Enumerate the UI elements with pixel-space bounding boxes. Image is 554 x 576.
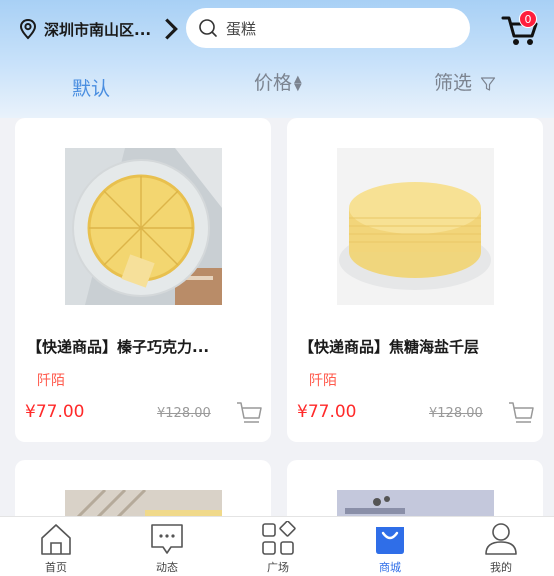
sort-filter-tab[interactable]: 筛选 [434,68,496,98]
product-image [337,148,494,305]
search-input[interactable]: 蛋糕 [186,8,470,48]
tab-feed[interactable]: 动态 [137,521,197,575]
sort-price-tab[interactable]: 价格 ▲ ▼ [254,68,302,98]
tab-plaza[interactable]: 广场 [248,521,308,575]
product-original-price: ¥128.00 [429,406,483,421]
tab-profile[interactable]: 我的 [471,521,531,575]
location-selector[interactable]: 深圳市南山区... [18,18,181,40]
tab-feed-label: 动态 [156,561,178,574]
sort-price-label: 价格 [254,72,293,94]
tab-mall[interactable]: 商城 [360,521,420,575]
product-price: ¥77.00 [25,402,85,422]
top-bar: 深圳市南山区... 蛋糕 0 [0,8,554,50]
tab-mall-label: 商城 [379,561,401,574]
tab-profile-label: 我的 [490,561,512,574]
sort-bar: 默认 价格 ▲ ▼ 筛选 [0,64,554,104]
sort-arrows-icon: ▲ ▼ [294,73,302,93]
product-shop: 阡陌 [37,373,65,389]
cart-count-badge: 0 [519,10,537,28]
filter-icon [480,76,496,91]
location-pin-icon [19,18,37,40]
product-title: 【快递商品】焦糖海盐千层 [299,338,480,356]
home-icon [41,524,71,555]
chevron-right-icon [165,18,179,40]
mall-icon [376,527,404,554]
sort-filter-label: 筛选 [434,72,473,94]
location-label: 深圳市南山区... [44,20,152,39]
profile-icon [485,523,517,555]
tab-home[interactable]: 首页 [26,521,86,575]
tab-home-label: 首页 [45,561,67,574]
product-image [65,148,222,305]
add-to-cart-icon[interactable] [235,400,263,426]
product-price: ¥77.00 [297,402,357,422]
search-value: 蛋糕 [226,19,257,38]
product-card[interactable]: 【快递商品】榛子巧克力... 阡陌 ¥77.00 ¥128.00 [15,118,271,442]
product-original-price: ¥128.00 [157,406,211,421]
plaza-icon [262,521,296,555]
product-title: 【快递商品】榛子巧克力... [27,338,210,356]
add-to-cart-icon[interactable] [507,400,535,426]
product-shop: 阡陌 [309,373,337,389]
sort-default-tab[interactable]: 默认 [72,74,110,104]
bottom-tab-bar: 首页 动态 广场 商城 我的 [0,516,554,576]
product-card[interactable]: 【快递商品】焦糖海盐千层 阡陌 ¥77.00 ¥128.00 [287,118,543,442]
chat-icon [151,524,183,554]
search-icon [199,19,217,37]
tab-plaza-label: 广场 [267,561,289,574]
